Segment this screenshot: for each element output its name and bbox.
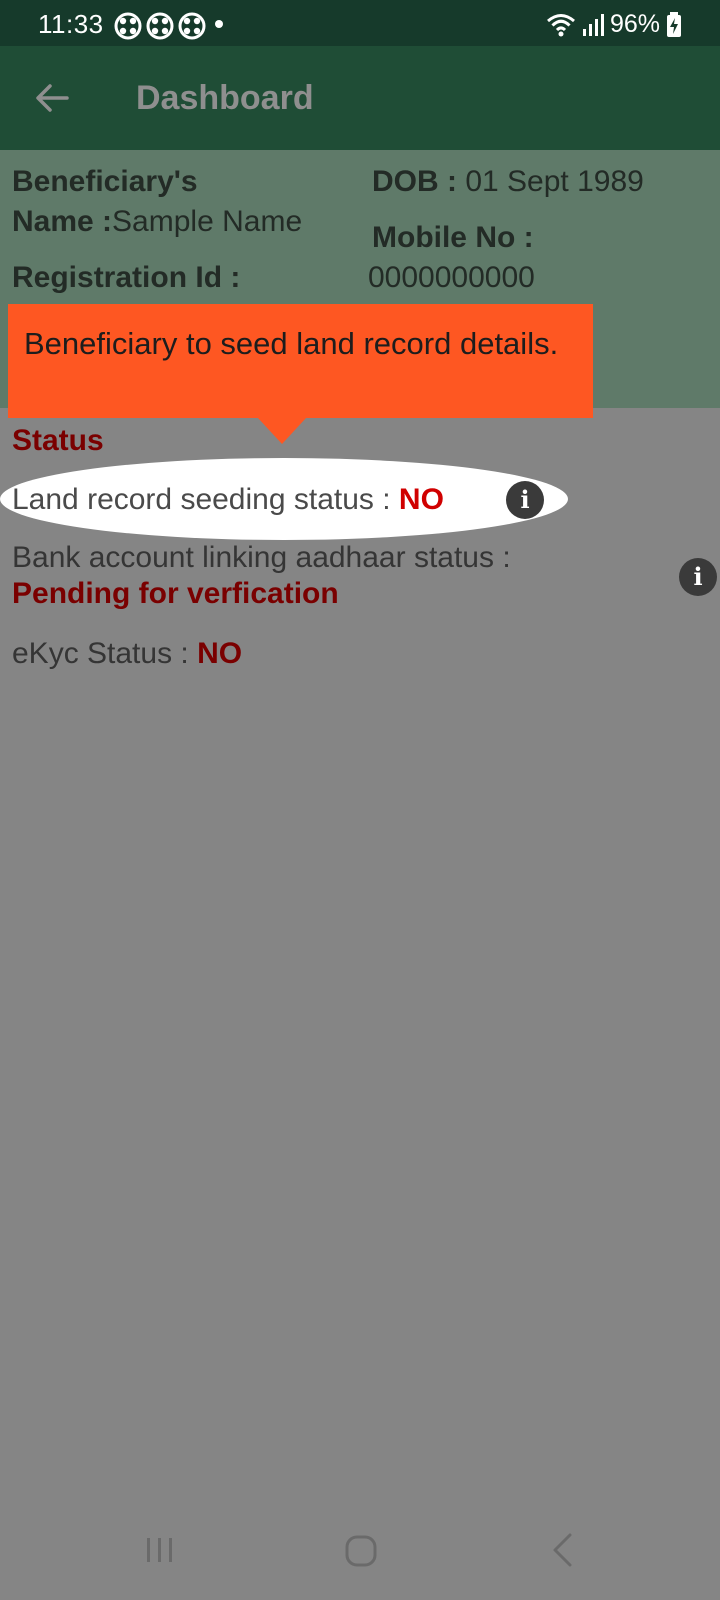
home-icon[interactable] [344,1534,378,1568]
info-icon[interactable]: i [679,558,717,596]
wifi-icon [546,13,575,36]
bank-account-status-value: Pending for verfication [12,577,339,610]
ring-icon [146,12,174,40]
battery-level: 96% [609,10,660,38]
system-nav-bar [0,1510,720,1600]
ekyc-status-row: eKyc Status : NO [12,634,242,674]
screen: 11:33 96% Dashboard Beneficiary's Name:… [0,0,720,1600]
land-record-value: NO [398,483,444,516]
app-bar: Dashboard [0,46,720,150]
land-record-label: Land record seeding status : [12,483,399,516]
name-label: Name : [12,205,113,238]
bank-account-label: Bank account linking aadhaar status : [12,541,511,574]
land-record-status-row: Land record seeding status : NO [12,480,444,520]
recents-icon[interactable] [144,1534,176,1566]
ring-icon [178,12,206,40]
ring-icon [114,12,142,40]
signal-icon [582,13,604,36]
clock: 11:33 [38,9,104,39]
status-bar: 11:33 96% [0,0,720,46]
name-row: Name :Sample Name [12,202,302,242]
name-value: Sample Name [112,205,303,238]
arrow-left-icon [36,84,69,112]
registration-id-label: Registration Id : [12,261,241,294]
dob-value: 01 Sept 1989 [457,165,644,198]
battery-charging-icon [667,11,681,37]
info-icon[interactable]: i [506,481,544,519]
ekyc-label: eKyc Status : [12,637,198,670]
system-status: 96% [546,10,682,39]
mobile-label: Mobile No : [372,221,534,254]
back-icon[interactable] [550,1532,574,1568]
showcase-tooltip[interactable]: Beneficiary to seed land record details. [8,304,593,418]
ekyc-value: NO [197,637,243,670]
dob-label: DOB : [372,165,457,198]
mobile-value: 0000000000 [368,261,535,294]
notification-dot [215,20,223,28]
tooltip-arrow [258,418,306,444]
back-button[interactable] [28,76,76,120]
beneficiary-label: Beneficiary's [12,165,198,198]
page-title: Dashboard [136,79,314,117]
notification-icons [114,12,206,40]
status-heading: Status [12,424,104,457]
dob-row: DOB : 01 Sept 1989 [372,162,644,202]
